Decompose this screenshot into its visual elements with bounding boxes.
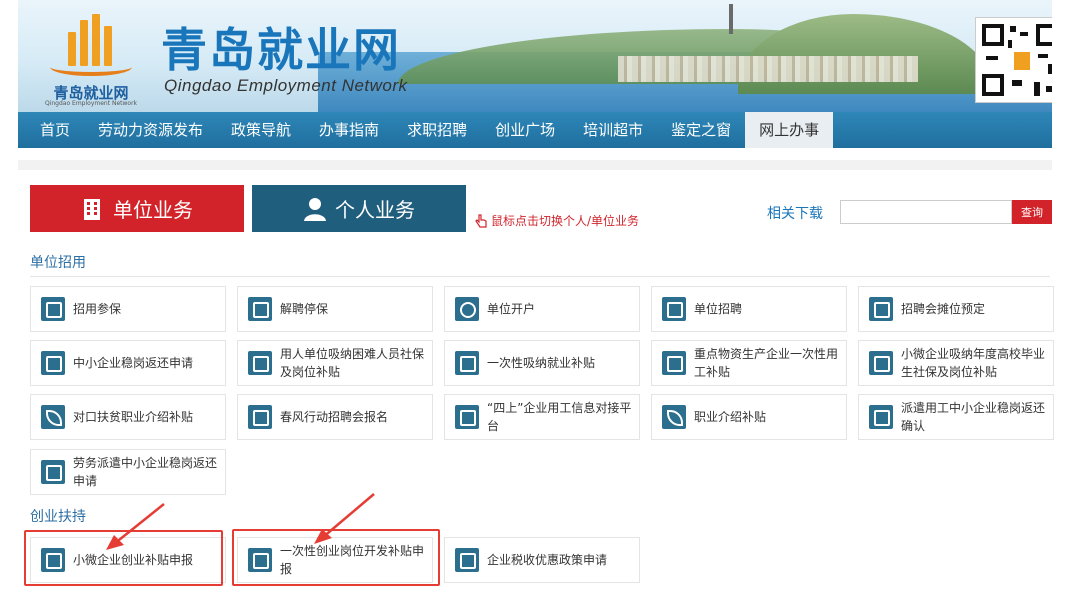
service-tile-label: 中小企业稳岗返还申请 (73, 356, 194, 370)
service-tile[interactable]: 单位开户 (444, 286, 640, 332)
document-icon (455, 351, 479, 375)
service-tile[interactable]: “四上”企业用工信息对接平台 (444, 394, 640, 440)
site-logo[interactable]: 青岛就业网 Qingdao Employment Network (36, 8, 146, 107)
service-tile[interactable]: 企业税收优惠政策申请 (444, 537, 640, 583)
service-tile-label: 单位开户 (487, 302, 536, 316)
nav-item[interactable]: 鉴定之窗 (657, 112, 745, 148)
clipboard-icon (248, 297, 272, 321)
service-tile[interactable]: 小微企业吸纳年度高校毕业生社保及岗位补贴 (858, 340, 1054, 386)
switch-hint: 鼠标点击切换个人/单位业务 (474, 212, 639, 229)
site-title: 青岛就业网 (161, 24, 401, 76)
document-icon (248, 351, 272, 375)
service-tile[interactable]: 春风行动招聘会报名 (237, 394, 433, 440)
section-divider (30, 276, 1050, 277)
service-tile[interactable]: 对口扶贫职业介绍补贴 (30, 394, 226, 440)
logo-arc (50, 58, 132, 76)
service-tile[interactable]: 派遣用工中小企业稳岗返还确认 (858, 394, 1054, 440)
switch-hint-text: 鼠标点击切换个人/单位业务 (491, 214, 640, 228)
main-nav: 首页 劳动力资源发布 政策导航 办事指南 求职招聘 创业广场 培训超市 鉴定之窗 网上办事 (18, 112, 1052, 148)
nav-item[interactable]: 培训超市 (569, 112, 657, 148)
leaf-icon (662, 405, 686, 429)
document-icon (248, 405, 272, 429)
service-tile-label: 派遣用工中小企业稳岗返还确认 (901, 401, 1046, 433)
banner-city (618, 56, 918, 82)
service-tile-label: 企业税收优惠政策申请 (487, 553, 608, 567)
banner-hills-right (738, 14, 992, 94)
downloads-link[interactable]: 相关下载 (767, 203, 823, 223)
qr-logo-icon (1014, 52, 1030, 70)
qr-code-icon (976, 18, 1052, 102)
service-tile-label: 春风行动招聘会报名 (280, 410, 389, 424)
service-tile-label: 招聘会摊位预定 (901, 302, 986, 316)
search-input[interactable] (840, 200, 1012, 224)
document-icon (41, 297, 65, 321)
service-tile-label: 小微企业吸纳年度高校毕业生社保及岗位补贴 (901, 347, 1046, 379)
arrow-annotation (314, 493, 375, 544)
section-title-recruit: 单位招用 (30, 255, 86, 271)
document-icon (869, 297, 893, 321)
nav-item[interactable]: 政策导航 (217, 112, 305, 148)
document-icon (662, 297, 686, 321)
service-tile-label: 劳务派遣中小企业稳岗返还申请 (73, 456, 218, 488)
nav-item[interactable]: 网上办事 (745, 112, 834, 148)
service-tile[interactable]: 解聘停保 (237, 286, 433, 332)
search-button[interactable]: 查询 (1012, 200, 1052, 224)
pointer-hand-icon (475, 213, 487, 228)
service-tile-label: 解聘停保 (280, 302, 329, 316)
nav-item[interactable]: 劳动力资源发布 (84, 112, 217, 148)
document-icon (455, 405, 479, 429)
document-icon (41, 351, 65, 375)
nav-item[interactable]: 首页 (26, 112, 84, 148)
building-icon (81, 197, 103, 221)
document-icon (869, 405, 893, 429)
service-tile[interactable]: 职业介绍补贴 (651, 394, 847, 440)
service-tile-label: 重点物资生产企业一次性用工补贴 (694, 347, 839, 379)
service-tile[interactable]: 一次性吸纳就业补贴 (444, 340, 640, 386)
service-tile[interactable]: 单位招聘 (651, 286, 847, 332)
service-tile-label: 招用参保 (73, 302, 122, 316)
service-tile[interactable]: 劳务派遣中小企业稳岗返还申请 (30, 449, 226, 495)
arrow-annotation (106, 503, 165, 550)
site-subtitle: Qingdao Employment Network (164, 76, 408, 95)
service-tile[interactable]: 用人单位吸纳困难人员社保及岗位补贴 (237, 340, 433, 386)
unit-business-label: 单位业务 (113, 198, 193, 222)
section-title-startup: 创业扶持 (30, 509, 86, 525)
service-tile[interactable]: 重点物资生产企业一次性用工补贴 (651, 340, 847, 386)
personal-business-button[interactable]: 个人业务 (252, 185, 466, 232)
header-banner: 青岛就业网 Qingdao Employment Network 青岛就业网 Q… (18, 0, 1052, 112)
document-icon (662, 351, 686, 375)
service-tile-label: 用人单位吸纳困难人员社保及岗位补贴 (280, 347, 425, 379)
document-icon (869, 351, 893, 375)
leaf-icon (41, 405, 65, 429)
divider (18, 160, 1052, 170)
service-tile-label: 职业介绍补贴 (694, 410, 767, 424)
service-tile-label: 单位招聘 (694, 302, 743, 316)
service-tile-label: 对口扶贫职业介绍补贴 (73, 410, 194, 424)
nav-item[interactable]: 求职招聘 (393, 112, 481, 148)
service-tile[interactable]: 招用参保 (30, 286, 226, 332)
nav-item[interactable]: 创业广场 (481, 112, 569, 148)
person-icon (303, 197, 326, 221)
unit-business-button[interactable]: 单位业务 (30, 185, 244, 232)
logo-english: Qingdao Employment Network (44, 100, 138, 107)
banner-tower (729, 4, 733, 34)
service-tile-label: 一次性吸纳就业补贴 (487, 356, 596, 370)
document-icon (41, 460, 65, 484)
service-tile[interactable]: 招聘会摊位预定 (858, 286, 1054, 332)
link-icon (455, 297, 479, 321)
service-tile-label: “四上”企业用工信息对接平台 (487, 401, 632, 433)
window-icon (455, 548, 479, 572)
nav-item[interactable]: 办事指南 (305, 112, 393, 148)
personal-business-label: 个人业务 (335, 198, 415, 222)
service-tile[interactable]: 中小企业稳岗返还申请 (30, 340, 226, 386)
